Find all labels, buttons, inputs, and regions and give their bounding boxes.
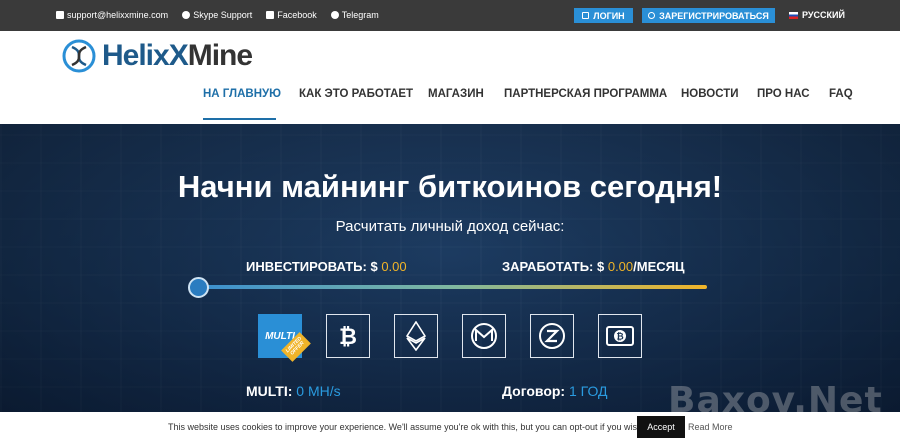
- coin-bitcoin-button[interactable]: ₿: [326, 314, 370, 358]
- nav-active-indicator: [203, 118, 276, 120]
- contract-readout: Договор: 1 ГОД: [502, 383, 608, 399]
- invest-readout: ИНВЕСТИРОВАТЬ: $ 0.00: [246, 259, 407, 274]
- ethereum-icon: [406, 321, 426, 351]
- plus-circle-icon: [648, 12, 656, 19]
- nav-faq[interactable]: FAQ: [829, 88, 853, 100]
- hero-subtitle: Расчитать личный доход сейчас:: [335, 218, 565, 235]
- nav-news[interactable]: НОВОСТИ: [681, 88, 739, 100]
- facebook-icon: [266, 11, 275, 19]
- coin-bitcoin-cash-button[interactable]: ₿: [598, 314, 642, 358]
- coin-multi-button[interactable]: MULTI LIMITED OFFER: [258, 314, 311, 362]
- hashrate-readout: MULTI: 0 MH/s: [246, 383, 341, 399]
- login-button[interactable]: ЛОГИН: [574, 8, 633, 23]
- monero-icon: [471, 323, 497, 349]
- skype-link[interactable]: Skype Support: [182, 10, 252, 20]
- coin-monero-button[interactable]: [462, 314, 506, 358]
- telegram-link[interactable]: Telegram: [330, 10, 379, 20]
- cookie-banner: This website uses cookies to improve you…: [0, 412, 900, 444]
- invest-slider-track[interactable]: [197, 285, 707, 289]
- zcash-icon: [539, 323, 565, 349]
- nav-affiliate[interactable]: ПАРТНЕРСКАЯ ПРОГРАММА: [504, 88, 667, 100]
- nav-about[interactable]: ПРО НАС: [757, 88, 810, 100]
- nav-how-it-works[interactable]: КАК ЭТО РАБОТАЕТ: [299, 88, 413, 100]
- svg-text:₿: ₿: [616, 332, 623, 342]
- nav-shop[interactable]: МАГАЗИН: [428, 88, 484, 100]
- coin-ethereum-button[interactable]: [394, 314, 438, 358]
- site-header: HelixXMine НА ГЛАВНУЮ КАК ЭТО РАБОТАЕТ М…: [0, 31, 900, 124]
- cookie-message: This website uses cookies to improve you…: [168, 422, 645, 432]
- telegram-icon: [330, 11, 339, 19]
- nav-home[interactable]: НА ГЛАВНУЮ: [203, 88, 281, 100]
- read-more-link[interactable]: Read More: [688, 422, 733, 432]
- invest-slider-handle[interactable]: [188, 277, 209, 298]
- accept-cookies-button[interactable]: Accept: [637, 416, 685, 438]
- bitcoin-cash-icon: ₿: [606, 326, 634, 346]
- login-icon: [582, 12, 590, 19]
- logo[interactable]: HelixXMine: [62, 39, 253, 73]
- contact-links: support@helixxmine.com Skype Support Fac…: [56, 10, 379, 20]
- top-bar: support@helixxmine.com Skype Support Fac…: [0, 0, 900, 31]
- register-button[interactable]: ЗАРЕГИСТРИРОВАТЬСЯ: [642, 8, 775, 23]
- svg-text:₿: ₿: [339, 324, 357, 349]
- facebook-link[interactable]: Facebook: [266, 10, 317, 20]
- coin-zcash-button[interactable]: [530, 314, 574, 358]
- skype-icon: [182, 11, 191, 19]
- envelope-icon: [56, 11, 64, 19]
- logo-icon: [62, 39, 96, 73]
- bitcoin-icon: ₿: [339, 324, 357, 349]
- russia-flag-icon: [789, 11, 798, 19]
- hero-title: Начни майнинг биткоинов сегодня!: [177, 169, 723, 204]
- earn-readout: ЗАРАБОТАТЬ: $ 0.00/МЕСЯЦ: [502, 259, 685, 274]
- language-selector[interactable]: РУССКИЙ: [789, 10, 845, 20]
- email-link[interactable]: support@helixxmine.com: [56, 10, 168, 20]
- logo-text: HelixXMine: [102, 39, 253, 72]
